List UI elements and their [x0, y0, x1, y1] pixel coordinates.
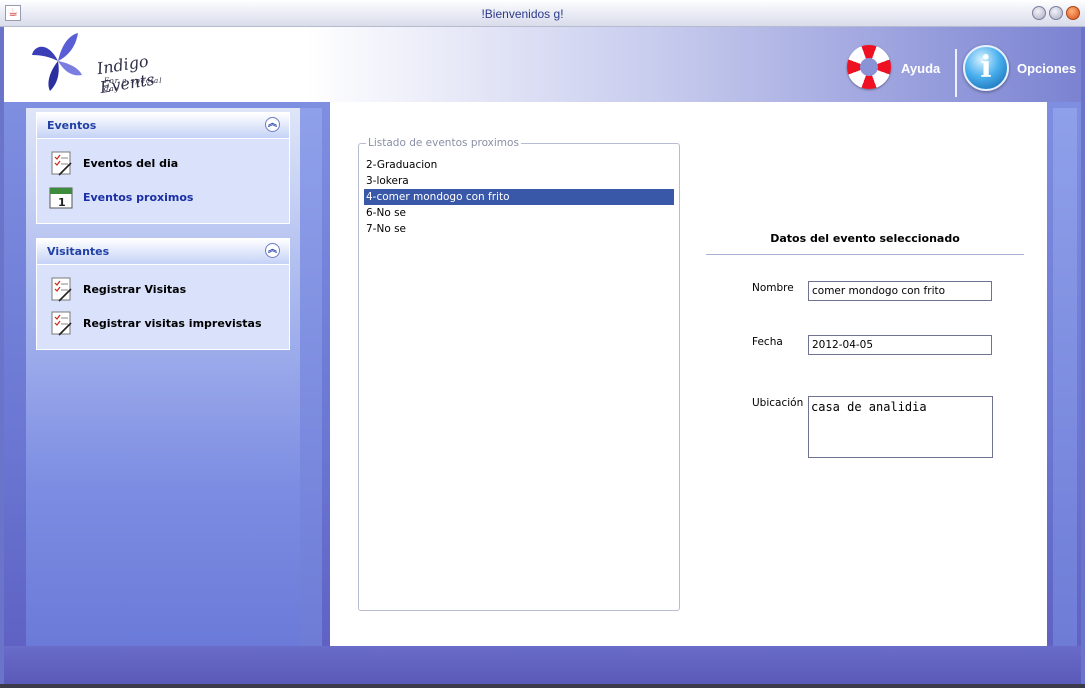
visitantes-panel: Visitantes ︽ Registrar Visitas Registrar… — [36, 238, 290, 350]
events-list[interactable]: 2-Graduacion 3-lokera 4-comer mondogo co… — [364, 157, 674, 237]
visitantes-panel-header[interactable]: Visitantes ︽ — [37, 239, 289, 265]
checklist-icon — [51, 277, 72, 302]
fecha-field[interactable] — [808, 335, 992, 355]
svg-text:1: 1 — [58, 196, 66, 209]
eventos-panel-title: Eventos — [47, 119, 97, 132]
list-item[interactable]: 2-Graduacion — [364, 157, 674, 173]
registrar-visitas-link[interactable]: Registrar Visitas — [47, 275, 283, 305]
indigo-events-logo: Indigo Events For a special day — [28, 31, 178, 97]
options-label: Opciones — [1017, 61, 1077, 76]
list-item[interactable]: 7-No se — [364, 221, 674, 237]
maximize-button[interactable] — [1049, 6, 1063, 20]
window-bottom-edge — [0, 684, 1085, 688]
details-separator — [706, 254, 1024, 255]
eventos-panel: Eventos ︽ Eventos del dia 1 Eventos prox… — [36, 112, 290, 224]
events-list-legend: Listado de eventos proximos — [366, 137, 521, 149]
fecha-label: Fecha — [752, 336, 783, 348]
eventos-proximos-link[interactable]: 1 Eventos proximos — [47, 183, 283, 213]
info-icon: i — [963, 45, 1009, 91]
flower-logo-icon — [32, 33, 82, 91]
eventos-del-dia-label: Eventos del dia — [83, 157, 179, 170]
calendar-icon: 1 — [49, 187, 73, 209]
checklist-icon — [51, 151, 72, 176]
header-banner: Indigo Events For a special day Ayuda i … — [4, 27, 1081, 102]
registrar-visitas-label: Registrar Visitas — [83, 283, 187, 296]
bottom-band — [4, 646, 1081, 684]
right-border-strip — [1053, 108, 1077, 646]
collapse-chevron-icon[interactable]: ︽ — [265, 117, 280, 132]
registrar-visitas-imprevistas-label: Registrar visitas imprevistas — [83, 317, 262, 330]
eventos-del-dia-link[interactable]: Eventos del dia — [47, 149, 283, 179]
list-item[interactable]: 3-lokera — [364, 173, 674, 189]
sidebar-separator — [300, 108, 322, 646]
nombre-label: Nombre — [752, 282, 794, 294]
header-divider — [955, 49, 957, 97]
help-button[interactable]: Ayuda — [847, 43, 947, 91]
checklist-icon — [51, 311, 72, 336]
options-button[interactable]: i Opciones — [963, 43, 1081, 95]
visitantes-panel-title: Visitantes — [47, 245, 110, 258]
ubicacion-label: Ubicación — [752, 397, 804, 409]
title-bar[interactable]: ☕ !Bienvenidos g! — [0, 0, 1085, 27]
list-item-selected[interactable]: 4-comer mondogo con frito — [364, 189, 674, 205]
minimize-button[interactable] — [1032, 6, 1046, 20]
logo-tagline: For a special day — [104, 77, 163, 93]
details-title: Datos del evento seleccionado — [770, 232, 960, 245]
eventos-panel-header[interactable]: Eventos ︽ — [37, 113, 289, 139]
help-label: Ayuda — [901, 61, 941, 76]
lifebuoy-icon — [847, 45, 891, 89]
registrar-visitas-imprevistas-link[interactable]: Registrar visitas imprevistas — [47, 309, 283, 339]
eventos-proximos-label: Eventos proximos — [83, 191, 194, 204]
collapse-chevron-icon[interactable]: ︽ — [265, 243, 280, 258]
nombre-field[interactable] — [808, 281, 992, 301]
window-title: !Bienvenidos g! — [481, 7, 564, 21]
ubicacion-textarea[interactable]: casa de analidia — [808, 396, 993, 458]
list-item[interactable]: 6-No se — [364, 205, 674, 221]
close-button[interactable] — [1066, 6, 1080, 20]
